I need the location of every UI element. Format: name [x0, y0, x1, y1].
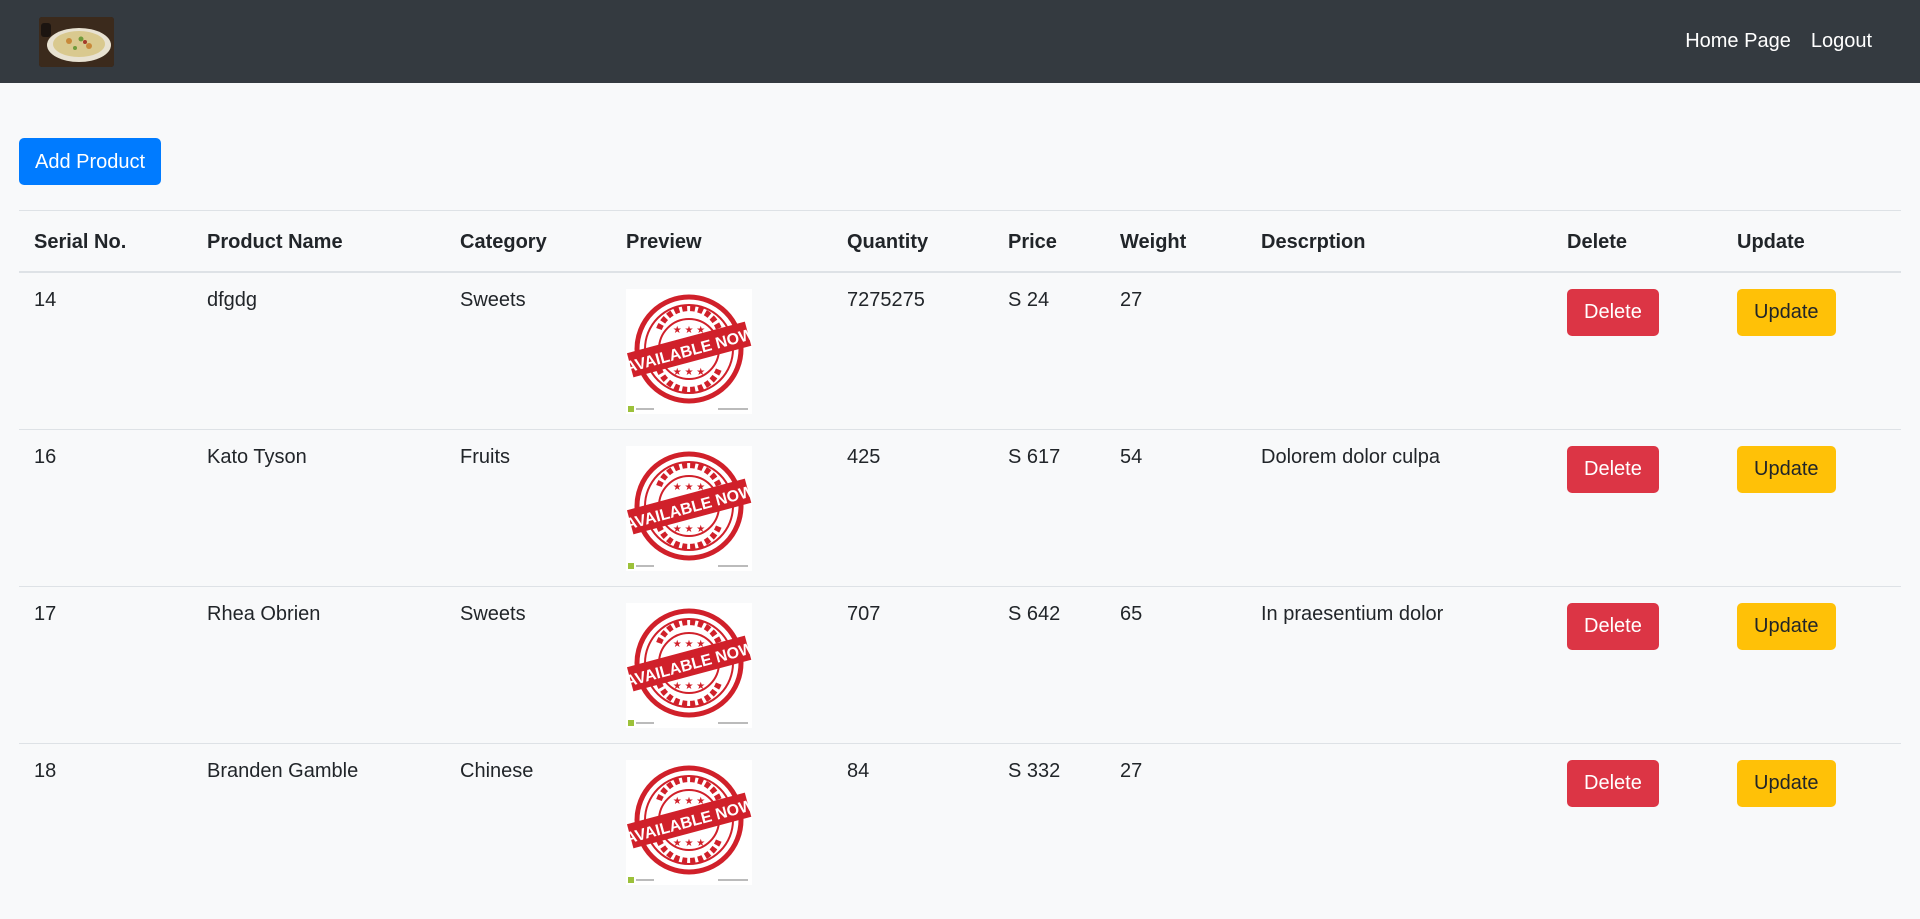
cell-weight: 65	[1105, 585, 1246, 743]
table-row: 17 Rhea Obrien Sweets AVAILABLE NOW ★ ★ …	[19, 585, 1901, 743]
header-product-name: Product Name	[192, 210, 445, 273]
delete-button[interactable]: Delete	[1567, 288, 1659, 336]
table-row: 16 Kato Tyson Fruits AVAILABLE NOW ★ ★ ★	[19, 428, 1901, 586]
cell-preview: AVAILABLE NOW ★ ★ ★ ★ ★ ★	[611, 742, 832, 900]
cell-category: Sweets	[460, 288, 526, 311]
food-dish-image	[39, 16, 114, 67]
cell-quantity: 7275275	[847, 288, 925, 311]
cell-serial: 18	[19, 742, 192, 900]
available-now-stamp-image: AVAILABLE NOW ★ ★ ★ ★ ★ ★	[626, 759, 752, 885]
cell-description: Dolorem dolor culpa	[1246, 428, 1552, 586]
svg-text:★ ★ ★: ★ ★ ★	[673, 367, 705, 378]
cell-serial: 16	[19, 428, 192, 586]
delete-button[interactable]: Delete	[1567, 602, 1659, 650]
nav-links: Home Page Logout	[1685, 30, 1872, 53]
cell-quantity: 84	[832, 742, 993, 900]
cell-quantity: 425	[832, 428, 993, 586]
cell-quantity: 707	[832, 585, 993, 743]
nav-logout-link[interactable]: Logout	[1811, 30, 1872, 53]
cell-delete: Delete	[1552, 742, 1722, 900]
svg-text:★ ★ ★: ★ ★ ★	[673, 524, 705, 535]
svg-text:★ ★ ★: ★ ★ ★	[673, 325, 705, 336]
cell-serial: 14	[34, 288, 57, 311]
cell-weight: 27	[1105, 742, 1246, 900]
cell-serial: 17	[19, 585, 192, 743]
header-update: Update	[1722, 210, 1901, 273]
update-button[interactable]: Update	[1737, 602, 1836, 650]
cell-price: S 642	[993, 585, 1105, 743]
table-row: 18 Branden Gamble Chinese AVAILABLE NOW …	[19, 742, 1901, 900]
cell-category: Chinese	[445, 742, 611, 900]
header-quantity: Quantity	[832, 210, 993, 273]
header-weight: Weight	[1105, 210, 1246, 273]
header-description: Descrption	[1246, 210, 1552, 273]
cell-description: In praesentium dolor	[1246, 585, 1552, 743]
cell-update: Update	[1722, 428, 1901, 586]
svg-text:★ ★ ★: ★ ★ ★	[673, 838, 705, 849]
cell-description	[1246, 742, 1552, 900]
svg-text:★ ★ ★: ★ ★ ★	[673, 639, 705, 650]
cell-delete: Delete	[1552, 585, 1722, 743]
update-button[interactable]: Update	[1737, 288, 1836, 336]
cell-price: S 617	[993, 428, 1105, 586]
cell-update: Update	[1722, 742, 1901, 900]
cell-delete: Delete	[1552, 272, 1722, 430]
available-now-stamp-image: AVAILABLE NOW ★ ★ ★ ★ ★ ★	[626, 288, 752, 414]
cell-delete: Delete	[1552, 428, 1722, 586]
cell-product-name: Branden Gamble	[192, 742, 445, 900]
cell-preview: AVAILABLE NOW ★ ★ ★ ★ ★ ★	[611, 428, 832, 586]
cell-weight: 27	[1120, 288, 1143, 311]
cell-product-name: Kato Tyson	[192, 428, 445, 586]
cell-weight: 54	[1105, 428, 1246, 586]
svg-text:★ ★ ★: ★ ★ ★	[673, 482, 705, 493]
table-row: 14 dfgdg Sweets AVAILABLE NOW ★ ★ ★ ★ ★ …	[19, 272, 1901, 430]
navbar: Home Page Logout	[0, 0, 1920, 83]
add-product-button[interactable]: Add Product	[19, 138, 162, 185]
delete-button[interactable]: Delete	[1567, 759, 1659, 807]
available-now-stamp-image: AVAILABLE NOW ★ ★ ★ ★ ★ ★	[626, 602, 752, 728]
update-button[interactable]: Update	[1737, 445, 1836, 493]
cell-preview: AVAILABLE NOW ★ ★ ★ ★ ★ ★	[611, 272, 832, 430]
svg-text:★ ★ ★: ★ ★ ★	[673, 796, 705, 807]
header-preview: Preview	[611, 210, 832, 273]
cell-update: Update	[1722, 585, 1901, 743]
cell-description	[1246, 272, 1552, 430]
cell-product-name: Rhea Obrien	[192, 585, 445, 743]
svg-text:★ ★ ★: ★ ★ ★	[673, 681, 705, 692]
main-content: Add Product Serial No. Product Name Cate…	[0, 83, 1920, 900]
header-delete: Delete	[1552, 210, 1722, 273]
nav-home-link[interactable]: Home Page	[1685, 30, 1791, 53]
update-button[interactable]: Update	[1737, 759, 1836, 807]
brand-logo[interactable]	[39, 16, 114, 67]
available-now-stamp-image: AVAILABLE NOW ★ ★ ★ ★ ★ ★	[626, 445, 752, 571]
table-header-row: Serial No. Product Name Category Preview…	[19, 210, 1901, 273]
cell-preview: AVAILABLE NOW ★ ★ ★ ★ ★ ★	[611, 585, 832, 743]
cell-category: Sweets	[445, 585, 611, 743]
cell-price: S 24	[1008, 288, 1050, 311]
header-serial: Serial No.	[19, 210, 192, 273]
header-price: Price	[993, 210, 1105, 273]
cell-update: Update	[1722, 272, 1901, 430]
cell-product-name: dfgdg	[207, 288, 258, 311]
products-table: Serial No. Product Name Category Preview…	[19, 210, 1901, 900]
delete-button[interactable]: Delete	[1567, 445, 1659, 493]
cell-price: S 332	[993, 742, 1105, 900]
header-category: Category	[445, 210, 611, 273]
cell-category: Fruits	[445, 428, 611, 586]
